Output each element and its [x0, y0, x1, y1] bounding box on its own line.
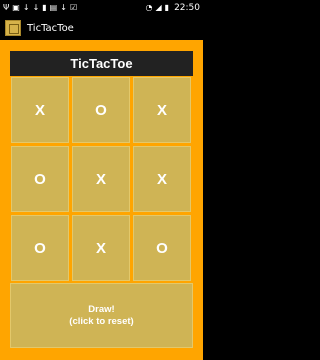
board-cell[interactable]: X — [11, 77, 69, 143]
battery-icon: ▮ — [164, 3, 170, 12]
notification-icon: ▮ — [42, 3, 47, 12]
game-screen: TicTacToe X O X O X X O X O Draw! (click… — [0, 40, 203, 360]
board-cell[interactable]: O — [11, 215, 69, 281]
reset-button[interactable]: Draw! (click to reset) — [10, 283, 193, 348]
board-cell[interactable]: O — [133, 215, 191, 281]
game-status: Draw! — [88, 303, 115, 315]
board-cell[interactable]: O — [72, 77, 130, 143]
checkbox-icon: ☑ — [69, 3, 78, 12]
app-icon — [5, 20, 21, 36]
download-icon: ↓ — [32, 3, 40, 12]
board-cell[interactable]: X — [72, 146, 130, 212]
board-cell[interactable]: O — [11, 146, 69, 212]
download-icon: ↓ — [60, 3, 67, 12]
image-icon: ▣ — [12, 3, 20, 12]
download-icon: ↓ — [22, 3, 30, 12]
game-title: TicTacToe — [10, 51, 193, 76]
signal-icon: ◢ — [155, 3, 162, 12]
reset-hint: (click to reset) — [69, 315, 134, 327]
app-title: TicTacToe — [27, 22, 74, 34]
briefcase-icon: ▤ — [49, 3, 58, 12]
status-bar: Ψ ▣ ↓ ↓ ▮ ▤ ↓ ☑ ◔ ◢ ▮ 22:50 — [0, 0, 203, 16]
usb-icon: Ψ — [3, 3, 10, 12]
board-cell[interactable]: X — [133, 77, 191, 143]
action-bar: TicTacToe — [0, 16, 203, 40]
status-time: 22:50 — [174, 3, 200, 13]
wifi-icon: ◔ — [145, 3, 153, 12]
board-cell[interactable]: X — [133, 146, 191, 212]
board-cell[interactable]: X — [72, 215, 130, 281]
game-board: X O X O X X O X O — [10, 76, 193, 282]
